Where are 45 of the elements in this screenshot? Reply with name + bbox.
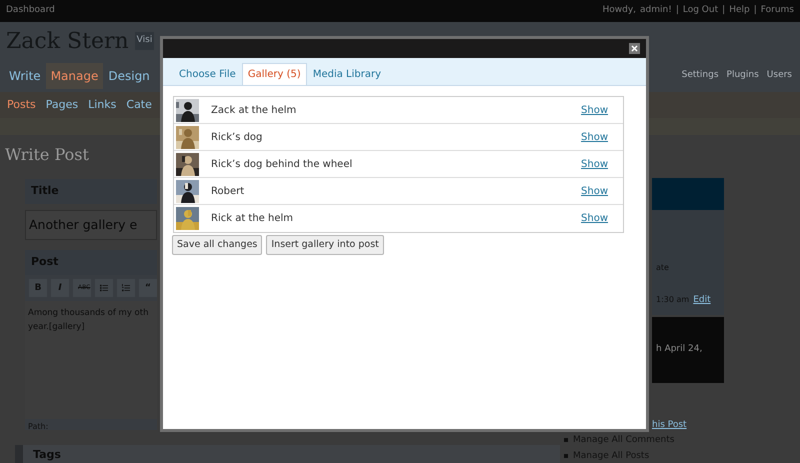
submenu-link[interactable]: Pages <box>40 96 84 114</box>
menu-link[interactable]: Settings <box>682 69 719 83</box>
dialog-button[interactable]: Save all changes <box>172 235 262 256</box>
menu-link[interactable]: Users <box>766 69 792 83</box>
dialog-button[interactable]: Insert gallery into post <box>266 235 384 256</box>
image-title: Rick’s dog <box>211 130 262 144</box>
dashboard-link[interactable]: Dashboard <box>6 4 55 18</box>
menu-link[interactable]: Plugins <box>726 69 759 83</box>
publish-box-header <box>652 178 724 210</box>
bullet-icon <box>564 454 568 458</box>
dialog-tab[interactable]: Media Library <box>306 63 387 85</box>
dialog-tab[interactable]: Choose File <box>173 63 242 85</box>
separator-text: | <box>722 4 726 18</box>
show-link[interactable]: Show <box>581 211 608 226</box>
separator-text: | <box>754 4 757 18</box>
greeting-text: Howdy, <box>602 4 636 18</box>
image-title: Rick’s dog behind the wheel <box>211 158 352 172</box>
menu-tab[interactable]: Write <box>4 63 46 89</box>
submenu-link[interactable]: Cate <box>121 96 157 114</box>
post-link[interactable]: his Post <box>652 420 687 430</box>
header-link[interactable]: Forums <box>760 4 794 18</box>
edit-link[interactable]: Edit <box>693 294 711 307</box>
notice-text: h April 24, <box>656 343 702 356</box>
show-link[interactable]: Show <box>581 184 608 198</box>
menu-tab[interactable]: Design <box>103 63 155 89</box>
show-link[interactable]: Show <box>581 130 608 144</box>
visit-site-button[interactable]: Visi <box>134 32 154 50</box>
header-link[interactable]: Help <box>729 4 750 18</box>
show-link[interactable]: Show <box>581 156 608 172</box>
image-title: Robert <box>211 184 244 198</box>
submenu-link[interactable]: Links <box>83 96 122 114</box>
user-link[interactable]: admin! <box>640 4 672 18</box>
close-icon[interactable] <box>629 43 640 54</box>
bullet-icon <box>564 438 568 442</box>
separator-text: | <box>676 4 679 18</box>
numbered-list-icon[interactable] <box>117 278 135 297</box>
show-link[interactable]: Show <box>581 102 608 118</box>
image-title: Rick at the helm <box>211 212 294 226</box>
header-link[interactable]: Log Out <box>682 4 718 18</box>
submenu-link[interactable]: Posts <box>2 96 41 114</box>
bullet-list-icon[interactable] <box>95 278 113 297</box>
dialog-tab[interactable]: Gallery (5) <box>242 63 307 85</box>
page-title: Write Post <box>5 144 90 166</box>
image-title: Zack at the helm <box>211 104 296 118</box>
menu-tab[interactable]: Manage <box>46 63 104 89</box>
